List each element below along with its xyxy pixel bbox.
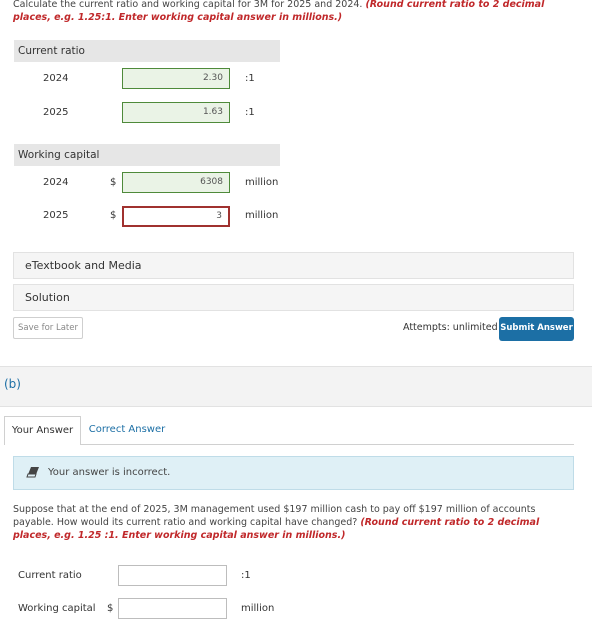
part-b-current-ratio-label: Current ratio (18, 570, 82, 581)
current-ratio-header: Current ratio (14, 40, 280, 62)
part-b-working-capital-unit: million (241, 603, 275, 614)
part-b-question: Suppose that at the end of 2025, 3M mana… (13, 503, 578, 542)
working-capital-header: Working capital (14, 144, 280, 166)
part-b-working-capital-label: Working capital (18, 603, 96, 614)
incorrect-message-text: Your answer is incorrect. (48, 467, 171, 478)
solution-label: Solution (25, 291, 70, 304)
tab-your-answer[interactable]: Your Answer (4, 416, 81, 445)
current-ratio-2025-input[interactable]: 1.63 (122, 102, 230, 123)
etextbook-media-panel[interactable]: eTextbook and Media (13, 252, 574, 279)
working-capital-2025-dollar: $ (110, 210, 117, 221)
current-ratio-2024-unit: :1 (245, 73, 255, 84)
current-ratio-2025-unit: :1 (245, 107, 255, 118)
part-b-bar (0, 366, 592, 407)
save-for-later-button[interactable]: Save for Later (13, 317, 83, 339)
part-b-label: (b) (4, 377, 21, 391)
attempts-text: Attempts: unlimited (403, 322, 498, 333)
working-capital-year-2025: 2025 (43, 210, 69, 221)
current-ratio-year-2024: 2024 (43, 73, 69, 84)
instruction-text: Calculate the current ratio and working … (13, 0, 363, 10)
part-b-working-capital-input[interactable] (118, 598, 227, 619)
current-ratio-2024-input[interactable]: 2.30 (122, 68, 230, 89)
working-capital-year-2024: 2024 (43, 177, 69, 188)
solution-panel[interactable]: Solution (13, 284, 574, 311)
eraser-icon (26, 466, 40, 478)
working-capital-2025-input[interactable]: 3 (122, 206, 230, 227)
part-a-instructions: Calculate the current ratio and working … (13, 0, 583, 24)
part-b-current-ratio-unit: :1 (241, 570, 251, 581)
working-capital-2024-unit: million (245, 177, 279, 188)
incorrect-message-box: Your answer is incorrect. (13, 456, 574, 490)
current-ratio-year-2025: 2025 (43, 107, 69, 118)
etextbook-media-label: eTextbook and Media (25, 259, 142, 272)
working-capital-2024-dollar: $ (110, 177, 117, 188)
part-b-current-ratio-input[interactable] (118, 565, 227, 586)
working-capital-2024-input[interactable]: 6308 (122, 172, 230, 193)
submit-answer-button[interactable]: Submit Answer (499, 317, 574, 341)
working-capital-2025-unit: million (245, 210, 279, 221)
part-b-working-capital-dollar: $ (107, 603, 114, 614)
tab-correct-answer[interactable]: Correct Answer (86, 416, 168, 445)
